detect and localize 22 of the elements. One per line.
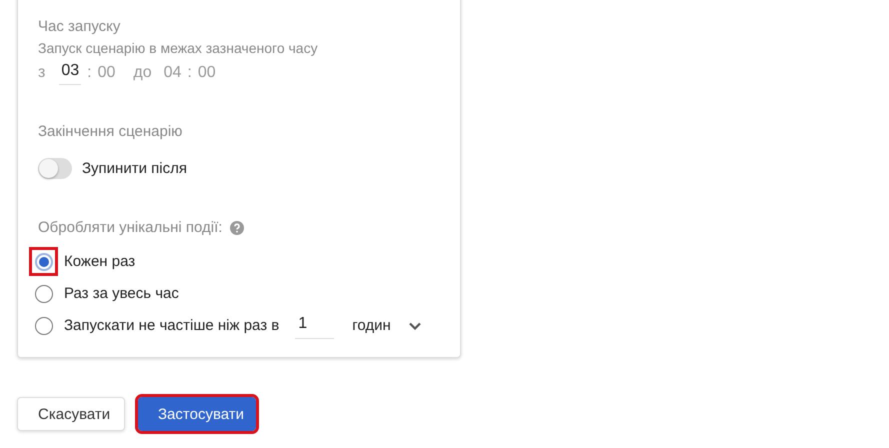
apply-button[interactable]: Застосувати <box>138 397 256 431</box>
radio-button[interactable] <box>34 316 52 334</box>
section-title: Обробляти унікальні події: <box>38 219 222 236</box>
section-title: Закінчення сценарію <box>38 123 184 140</box>
radio-button[interactable] <box>34 284 52 302</box>
from-label: з <box>38 64 46 82</box>
section-description: Запуск сценарію в межах зазначеного часу <box>38 40 319 56</box>
radio-label: Запускати не частіше ніж раз в <box>64 317 280 334</box>
help-icon[interactable] <box>230 220 244 234</box>
time-separator: : <box>187 64 192 82</box>
toggle-switch[interactable] <box>38 158 72 179</box>
radio-button[interactable] <box>34 252 52 270</box>
cancel-button[interactable]: Скасувати <box>17 397 125 431</box>
unit-dropdown[interactable]: годин <box>352 317 391 334</box>
toggle-label: Зупинити після <box>82 160 187 177</box>
hours-field[interactable]: 03 <box>59 60 82 85</box>
caret-icon[interactable] <box>408 322 421 330</box>
radio-label: Кожен раз <box>64 253 136 270</box>
to-label: до <box>133 64 152 82</box>
time-separator: : <box>87 64 92 82</box>
section-title: Час запуску <box>38 18 122 35</box>
radio-label: Раз за увесь час <box>64 285 179 302</box>
